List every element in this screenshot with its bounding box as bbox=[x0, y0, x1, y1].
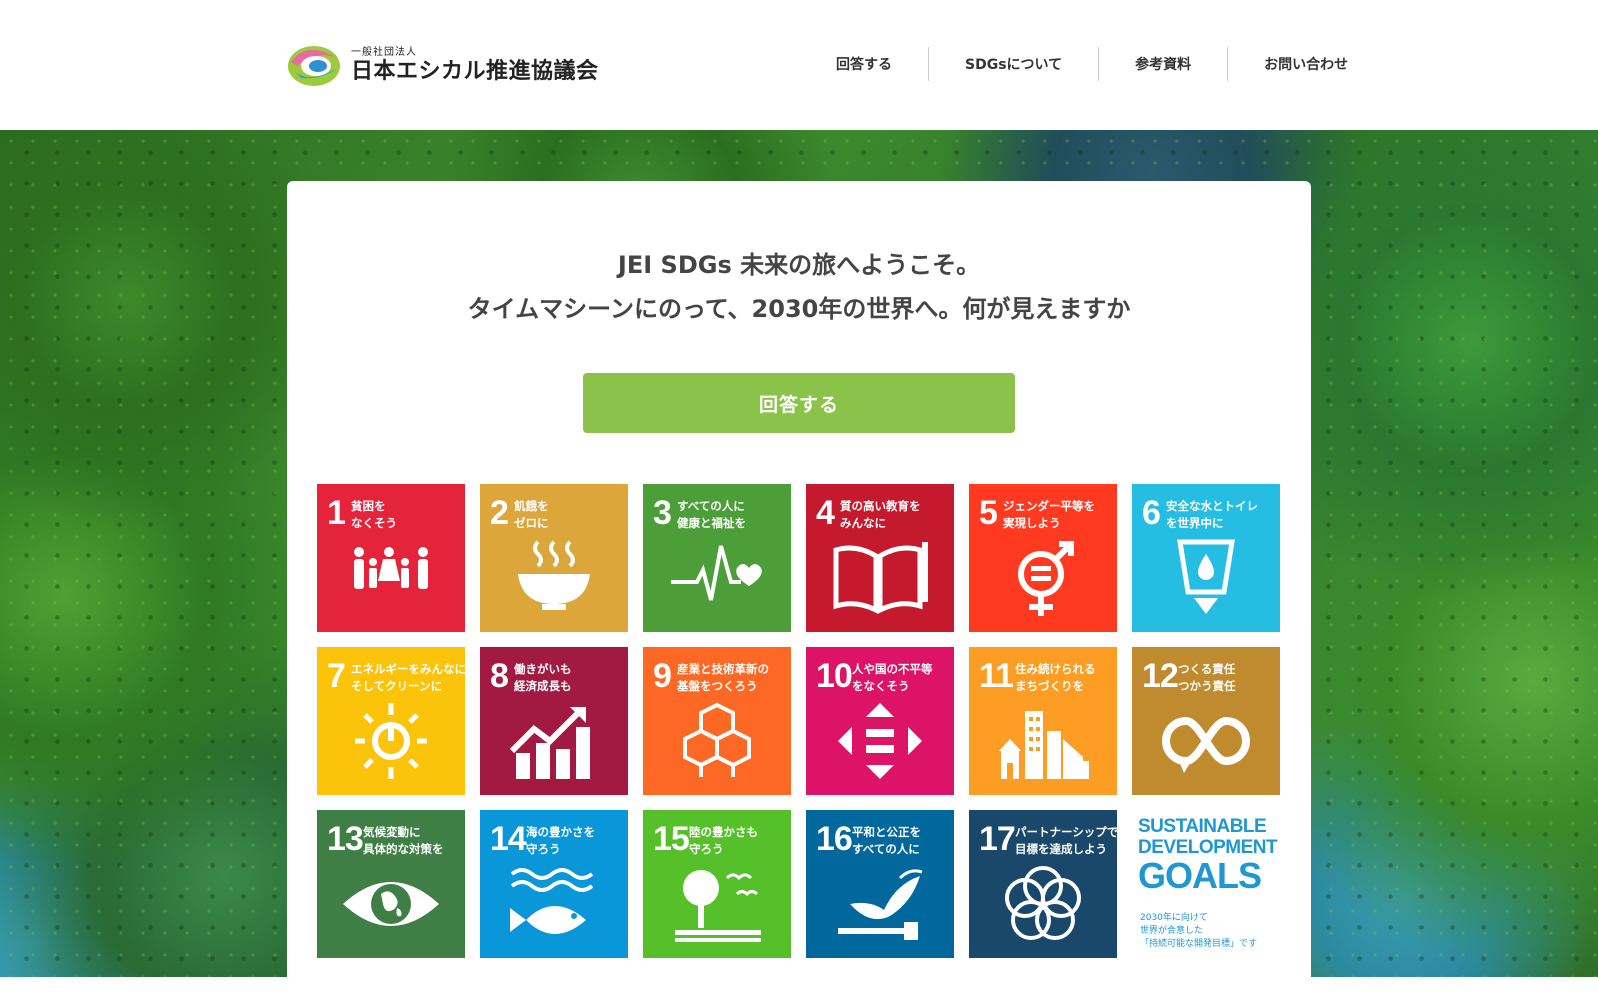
sun-power-icon bbox=[355, 703, 427, 779]
goal-number: 2 bbox=[490, 494, 509, 532]
eye-globe-icon bbox=[343, 882, 439, 926]
goal-label: ジェンダー平等を 実現しよう bbox=[1003, 499, 1095, 530]
site-header: 一般社団法人 日本エシカル推進協議会 回答する SDGsについて 参考資料 お問… bbox=[0, 0, 1598, 130]
sdg-goal-10: 10 人や国の不平等 をなくそう bbox=[806, 647, 954, 795]
goal-number: 17 bbox=[979, 820, 1016, 858]
cubes-icon bbox=[683, 702, 751, 777]
goal-number: 1 bbox=[327, 494, 346, 532]
main-card: JEI SDGs 未来の旅へようこそ。 タイムマシーンにのって、2030年の世界… bbox=[287, 181, 1311, 1001]
logo-mark-icon bbox=[288, 46, 340, 86]
logo-title: 日本エシカル推進協議会 bbox=[351, 59, 599, 84]
goal-label: 平和と公正を すべての人に bbox=[852, 825, 921, 856]
goal-number: 3 bbox=[653, 494, 672, 532]
rings-icon bbox=[1005, 866, 1081, 940]
water-icon bbox=[1177, 539, 1235, 614]
goal-label: 貧困を なくそう bbox=[351, 499, 397, 530]
bowl-icon bbox=[518, 540, 590, 610]
people-icon bbox=[354, 547, 428, 589]
goal-number: 16 bbox=[816, 820, 853, 858]
heartbeat-icon bbox=[671, 545, 762, 601]
goal-number: 11 bbox=[979, 657, 1014, 695]
goal-number: 4 bbox=[816, 494, 835, 532]
goal-label: 安全な水とトイレ を世界中に bbox=[1166, 499, 1258, 530]
sdg-goal-14: 14 海の豊かさを 守ろう bbox=[480, 810, 628, 958]
sdg-goal-9: 9 産業と技術革新の 基盤をつくろう bbox=[643, 647, 791, 795]
sdg-goal-11: 11 住み続けられる まちづくりを bbox=[969, 647, 1117, 795]
goal-label: 気候変動に 具体的な対策を bbox=[363, 825, 444, 856]
sdg-logo-goals: GOALS bbox=[1138, 855, 1262, 896]
goal-number: 6 bbox=[1142, 494, 1161, 532]
sdg-goal-6: 6 安全な水とトイレ を世界中に bbox=[1132, 484, 1280, 632]
goal-label: パートナーシップで 目標を達成しよう bbox=[1015, 825, 1117, 856]
intro-line-2: タイムマシーンにのって、2030年の世界へ。何が見えますか bbox=[467, 295, 1131, 323]
sdg-goal-8: 8 働きがいも 経済成長も bbox=[480, 647, 628, 795]
site-logo[interactable]: 一般社団法人 日本エシカル推進協議会 bbox=[287, 42, 598, 90]
sdg-goal-2: 2 飢餓を ゼロに bbox=[480, 484, 628, 632]
nav-about-sdgs[interactable]: SDGsについて bbox=[929, 47, 1098, 81]
sdg-goal-3: 3 すべての人に 健康と福祉を bbox=[643, 484, 791, 632]
sdg-logo-caption: 2030年に向けて 世界が合意した 「持続可能な開発目標」です bbox=[1140, 913, 1258, 949]
goal-label: 人や国の不平等 をなくそう bbox=[852, 662, 933, 693]
sdg-logo-line1: SUSTAINABLE bbox=[1138, 816, 1267, 837]
city-icon bbox=[999, 711, 1089, 779]
nav-contact[interactable]: お問い合わせ bbox=[1228, 47, 1384, 81]
tree-birds-icon bbox=[675, 870, 761, 942]
sdg-goal-16: 16 平和と公正を すべての人に bbox=[806, 810, 954, 958]
book-icon bbox=[833, 542, 928, 615]
nav-answer[interactable]: 回答する bbox=[800, 47, 928, 81]
goal-label: エネルギーをみんなに そしてクリーンに bbox=[351, 662, 465, 693]
sdg-goal-15: 15 陸の豊かさも 守ろう bbox=[643, 810, 791, 958]
goal-number: 15 bbox=[653, 820, 690, 858]
goal-label: 海の豊かさを 守ろう bbox=[526, 825, 595, 856]
goal-number: 8 bbox=[490, 657, 509, 695]
goal-number: 13 bbox=[327, 820, 364, 858]
fish-icon bbox=[510, 868, 594, 934]
growth-chart-icon bbox=[509, 707, 590, 779]
goal-label: 質の高い教育を みんなに bbox=[840, 499, 921, 530]
goal-label: 産業と技術革新の 基盤をつくろう bbox=[677, 662, 769, 693]
goal-number: 9 bbox=[653, 657, 672, 695]
goal-number: 7 bbox=[327, 657, 346, 695]
intro-line-1: JEI SDGs 未来の旅へようこそ。 bbox=[617, 251, 981, 279]
equality-arrows-icon bbox=[838, 703, 922, 779]
intro-heading: JEI SDGs 未来の旅へようこそ。 タイムマシーンにのって、2030年の世界… bbox=[287, 243, 1311, 331]
answer-button[interactable]: 回答する bbox=[583, 373, 1015, 433]
sdg-goal-4: 4 質の高い教育を みんなに bbox=[806, 484, 954, 632]
goal-label: すべての人に 健康と福祉を bbox=[677, 499, 746, 530]
goal-label: 働きがいも 経済成長も bbox=[514, 662, 572, 693]
goal-number: 10 bbox=[816, 657, 853, 695]
goal-label: つくる責任 つかう責任 bbox=[1178, 662, 1236, 693]
sdg-goal-12: 12 つくる責任 つかう責任 bbox=[1132, 647, 1280, 795]
gender-icon bbox=[1018, 541, 1074, 616]
sdg-goal-5: 5 ジェンダー平等を 実現しよう bbox=[969, 484, 1117, 632]
sdg-goal-17: 17 パートナーシップで 目標を達成しよう bbox=[969, 810, 1117, 958]
main-nav: 回答する SDGsについて 参考資料 お問い合わせ bbox=[800, 47, 1384, 81]
infinity-icon bbox=[1162, 716, 1250, 773]
sdg-goal-13: 13 気候変動に 具体的な対策を bbox=[317, 810, 465, 958]
nav-references[interactable]: 参考資料 bbox=[1099, 47, 1227, 81]
goal-number: 14 bbox=[490, 820, 527, 858]
goal-label: 住み続けられる まちづくりを bbox=[1015, 662, 1096, 693]
logo-subtitle: 一般社団法人 bbox=[351, 47, 417, 58]
goal-number: 5 bbox=[979, 494, 998, 532]
goal-number: 12 bbox=[1142, 657, 1179, 695]
sdg-goal-1: 1 貧困を なくそう bbox=[317, 484, 465, 632]
sdg-goal-7: 7 エネルギーをみんなに そしてクリーンに bbox=[317, 647, 465, 795]
goal-label: 陸の豊かさも 守ろう bbox=[689, 825, 758, 856]
sdg-logo-tile: SUSTAINABLE DEVELOPMENT GOALS 2030年に向けて 世界が… bbox=[1132, 810, 1280, 958]
dove-icon bbox=[838, 869, 923, 940]
goal-label: 飢餓を ゼロに bbox=[514, 499, 549, 530]
